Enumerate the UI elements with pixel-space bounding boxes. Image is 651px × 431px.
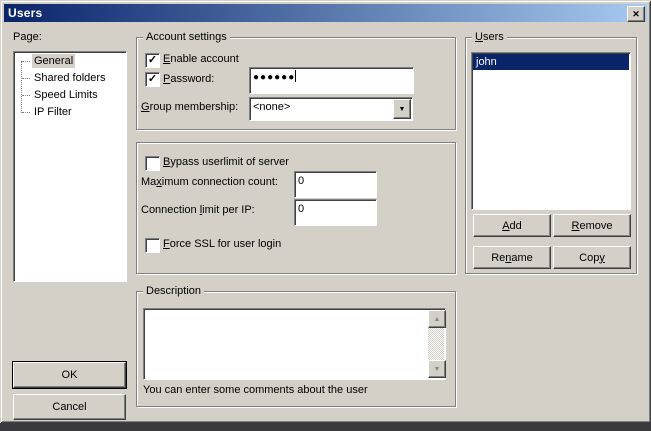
group-membership-value: <none>: [253, 100, 290, 115]
scroll-up-icon[interactable]: ▲: [428, 310, 446, 328]
password-checkbox[interactable]: ✓: [145, 72, 160, 87]
close-icon[interactable]: ✕: [627, 6, 645, 22]
ip-limit-input[interactable]: 0: [294, 199, 377, 226]
tree-item-ip-filter[interactable]: IP Filter: [15, 104, 125, 121]
description-title: Description: [143, 285, 204, 297]
users-dialog: Users ✕ Page: General Shared folders Spe…: [0, 0, 651, 423]
window-title: Users: [4, 6, 42, 20]
account-settings-group: Account settings ✓ Enable account ✓ Pass…: [136, 37, 456, 130]
add-button[interactable]: Add: [473, 214, 551, 237]
check-icon: ✓: [148, 74, 157, 85]
list-item-john[interactable]: john: [473, 54, 629, 70]
password-label: Password:: [163, 73, 214, 86]
page-tree: General Shared folders Speed Limits IP F…: [13, 51, 127, 282]
connection-limits-group: ✓ Bypass userlimit of server Maximum con…: [136, 142, 456, 274]
password-value: ●●●●●●: [253, 72, 295, 83]
desktop-background: [0, 423, 651, 431]
users-group: Users john Add Remove Rename Copy: [465, 37, 637, 274]
description-scrollbar[interactable]: ▲ ▼: [428, 310, 444, 378]
force-ssl-label: Force SSL for user login: [163, 238, 281, 251]
ok-button[interactable]: OK: [13, 362, 126, 388]
description-group: Description ▲ ▼ You can enter some comme…: [136, 291, 456, 407]
max-connection-input[interactable]: 0: [294, 171, 377, 198]
tree-item-label[interactable]: General: [32, 54, 75, 68]
tree-item-label[interactable]: Speed Limits: [32, 88, 100, 102]
remove-button[interactable]: Remove: [553, 214, 631, 237]
ip-limit-label: Connection limit per IP:: [141, 204, 255, 217]
description-textarea[interactable]: ▲ ▼: [143, 308, 446, 380]
max-connection-label: Maximum connection count:: [141, 176, 278, 189]
chevron-down-icon[interactable]: ▼: [393, 99, 411, 119]
force-ssl-checkbox[interactable]: ✓: [145, 238, 160, 253]
description-hint: You can enter some comments about the us…: [143, 384, 368, 397]
cancel-button[interactable]: Cancel: [13, 394, 126, 420]
enable-account-label: Enable account: [163, 53, 239, 66]
check-icon: ✓: [148, 55, 157, 66]
enable-account-checkbox[interactable]: ✓: [145, 53, 160, 68]
tree-item-label[interactable]: Shared folders: [32, 71, 108, 85]
users-list[interactable]: john: [471, 52, 631, 210]
group-membership-label: Group membership:: [141, 101, 238, 114]
password-input[interactable]: ●●●●●●: [249, 67, 414, 94]
users-group-title: Users: [472, 31, 507, 43]
tree-item-general[interactable]: General: [15, 53, 125, 70]
max-connection-value: 0: [298, 175, 304, 187]
group-membership-select[interactable]: <none> ▼: [249, 97, 413, 121]
tree-item-speed-limits[interactable]: Speed Limits: [15, 87, 125, 104]
ip-limit-value: 0: [298, 203, 304, 215]
bypass-userlimit-checkbox[interactable]: ✓: [145, 156, 160, 171]
bypass-userlimit-label: Bypass userlimit of server: [163, 156, 289, 169]
tree-item-shared-folders[interactable]: Shared folders: [15, 70, 125, 87]
page-label: Page:: [13, 31, 42, 44]
rename-button[interactable]: Rename: [473, 246, 551, 269]
title-bar[interactable]: Users ✕: [4, 4, 647, 22]
text-caret: [295, 70, 296, 82]
copy-button[interactable]: Copy: [553, 246, 631, 269]
scroll-down-icon[interactable]: ▼: [428, 360, 446, 378]
account-settings-title: Account settings: [143, 31, 230, 43]
tree-item-label[interactable]: IP Filter: [32, 105, 74, 119]
